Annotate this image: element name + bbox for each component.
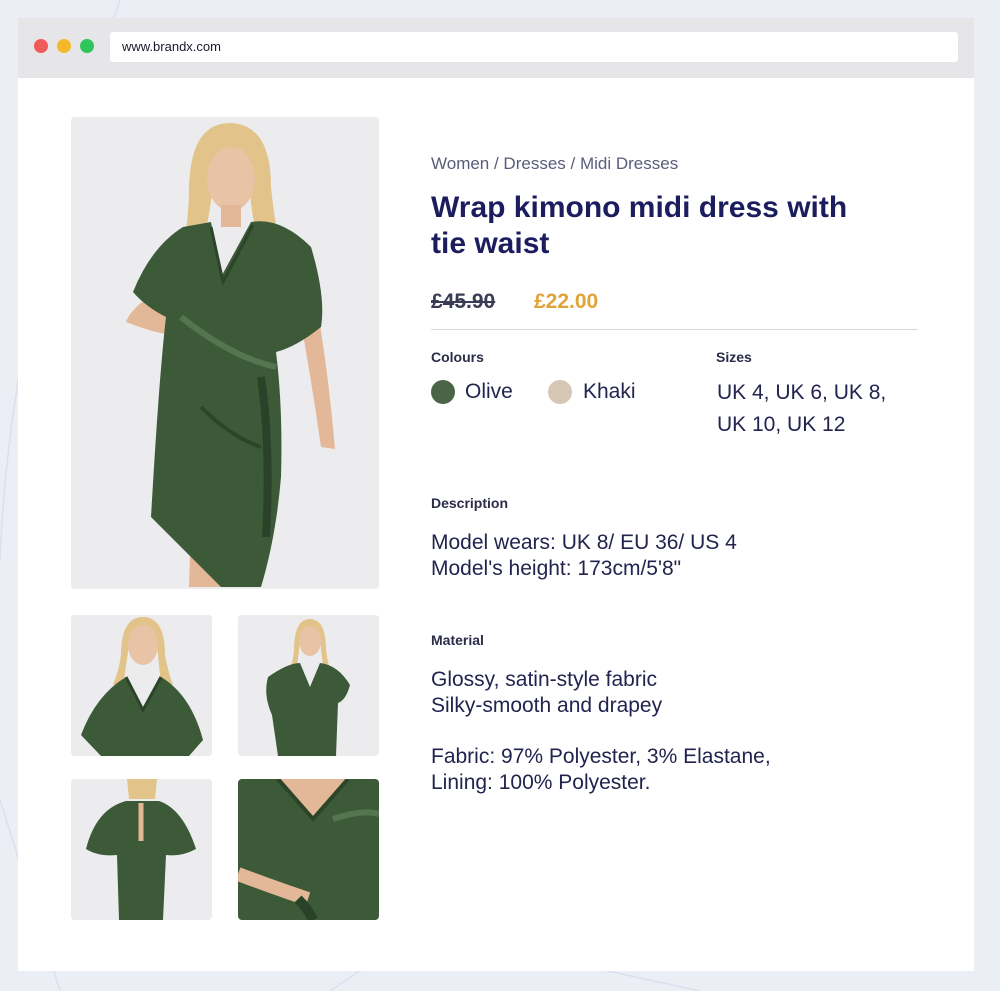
address-bar[interactable]: www.brandx.com — [110, 32, 958, 62]
olive-colour-label[interactable]: Olive — [465, 380, 513, 404]
sizes-list: UK 4, UK 6, UK 8, UK 10, UK 12 — [717, 377, 886, 441]
product-title-line-1: Wrap kimono midi dress with — [431, 191, 848, 224]
product-title: Wrap kimono midi dress with tie waist — [431, 190, 901, 262]
description-line-2: Model's height: 173cm/5'8" — [431, 557, 682, 580]
divider — [431, 329, 918, 330]
description-text: Model wears: UK 8/ EU 36/ US 4 Model's h… — [431, 530, 737, 582]
thumbnail-front-closeup[interactable] — [71, 615, 212, 756]
material-text: Glossy, satin-style fabric Silky-smooth … — [431, 667, 771, 796]
sale-price: £22.00 — [534, 290, 599, 313]
olive-swatch[interactable] — [431, 380, 455, 404]
browser-toolbar: www.brandx.com — [18, 18, 974, 78]
thumbnail-back-view[interactable] — [71, 779, 212, 920]
material-line-3: Fabric: 97% Polyester, 3% Elastane, — [431, 745, 771, 768]
colours-label: Colours — [431, 349, 484, 365]
sizes-line-2: UK 10, UK 12 — [717, 413, 846, 436]
description-label: Description — [431, 495, 509, 511]
thumbnail-side-view[interactable] — [238, 615, 379, 756]
material-line-2: Silky-smooth and drapey — [431, 694, 663, 717]
close-window-button[interactable] — [34, 39, 48, 53]
material-line-1: Glossy, satin-style fabric — [431, 668, 658, 691]
khaki-colour-label[interactable]: Khaki — [583, 380, 636, 404]
breadcrumb[interactable]: Women / Dresses / Midi Dresses — [431, 154, 678, 174]
product-title-line-2: tie waist — [431, 227, 550, 260]
material-spacer — [431, 719, 771, 744]
material-label: Material — [431, 632, 484, 648]
material-line-4: Lining: 100% Polyester. — [431, 771, 651, 794]
description-line-1: Model wears: UK 8/ EU 36/ US 4 — [431, 531, 737, 554]
sizes-label: Sizes — [716, 349, 752, 365]
browser-window: www.brandx.com Women / Dresses / Midi Dr… — [18, 18, 974, 971]
maximize-window-button[interactable] — [80, 39, 94, 53]
thumbnail-tie-detail[interactable] — [238, 779, 379, 920]
minimize-window-button[interactable] — [57, 39, 71, 53]
sizes-line-1: UK 4, UK 6, UK 8, — [717, 381, 887, 404]
original-price: £45.90 — [431, 290, 496, 313]
khaki-swatch[interactable] — [548, 380, 572, 404]
main-product-image[interactable] — [71, 117, 379, 589]
